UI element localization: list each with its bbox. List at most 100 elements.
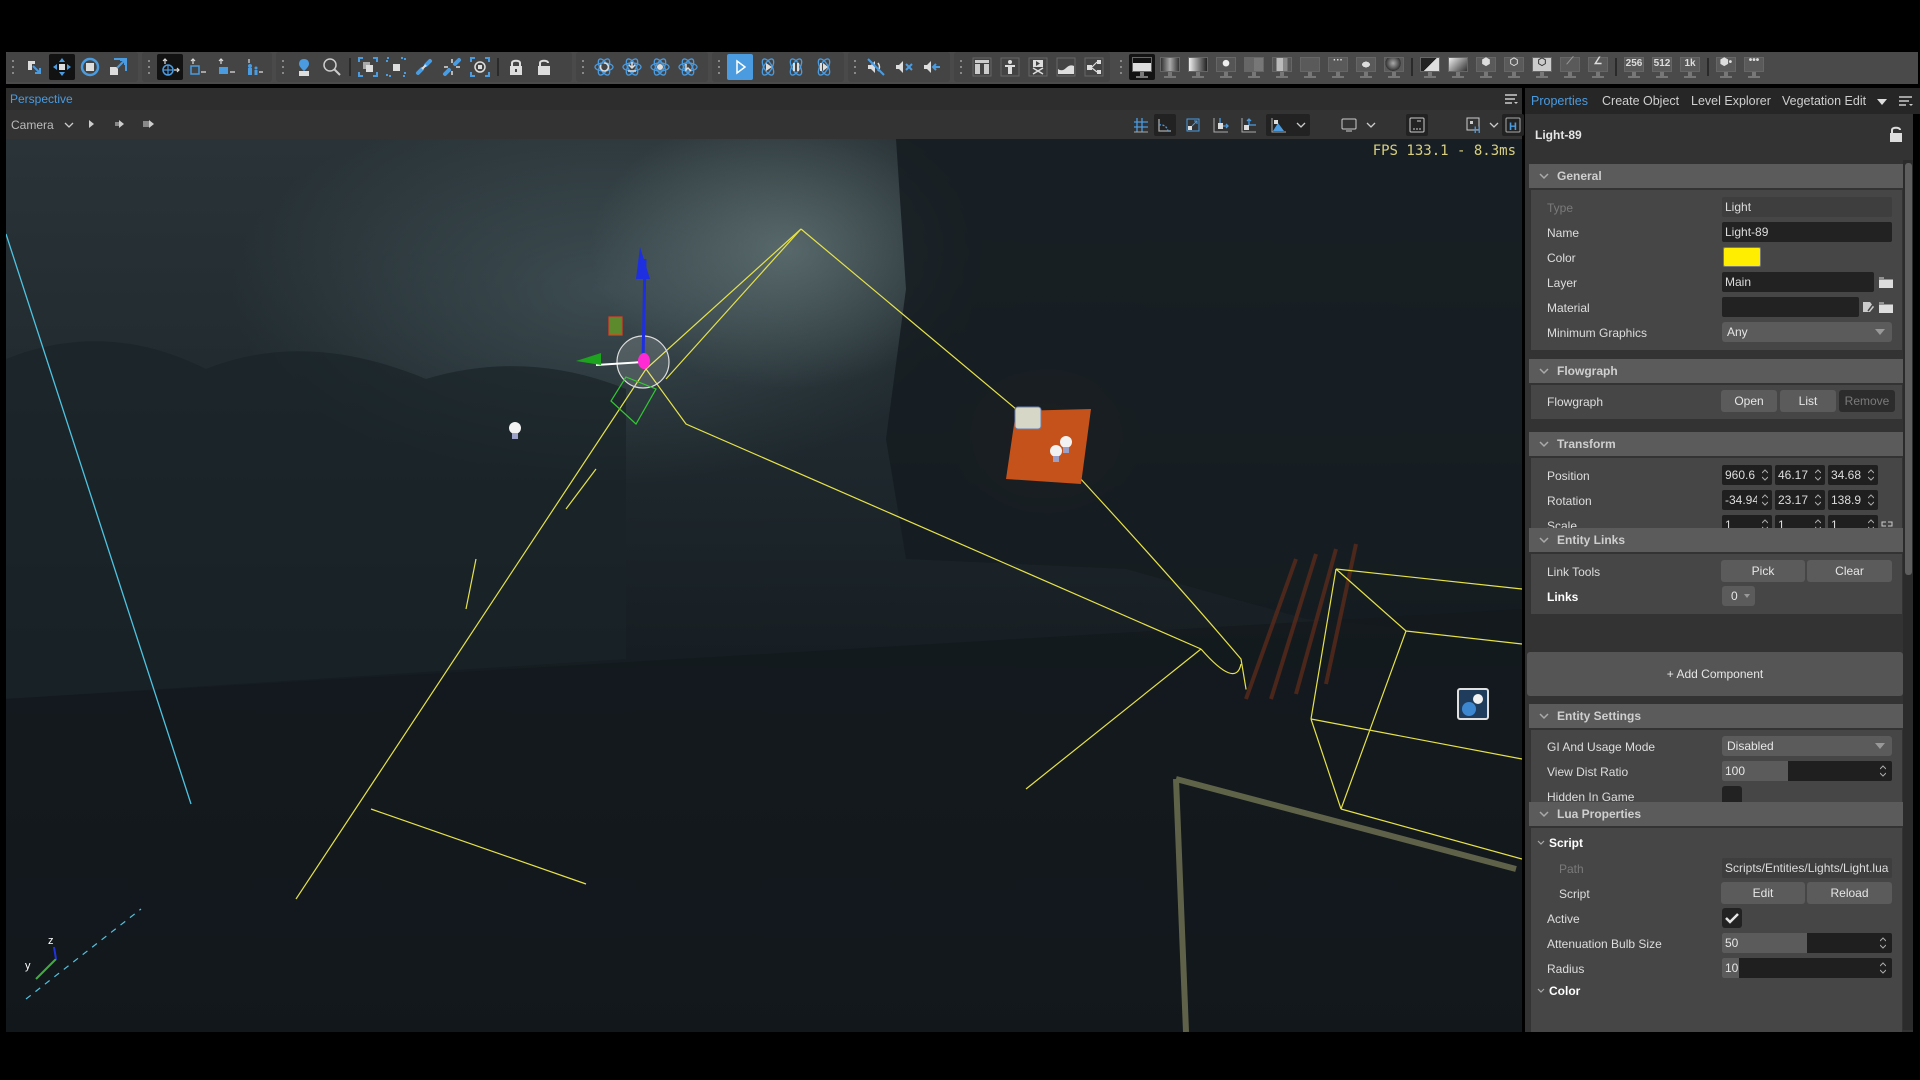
tab-create-object[interactable]: Create Object: [1602, 94, 1679, 108]
link-icon[interactable]: [411, 54, 437, 80]
step-icon[interactable]: [755, 54, 781, 80]
flowgraph-remove-button[interactable]: Remove: [1839, 390, 1895, 412]
select-icon[interactable]: [21, 54, 47, 80]
group-icon[interactable]: [355, 54, 381, 80]
helpers-dropdown[interactable]: H: [1462, 114, 1502, 136]
camera-next-icon[interactable]: [86, 119, 96, 129]
ungroup-icon[interactable]: [383, 54, 409, 80]
terrain-display-dropdown[interactable]: [1266, 114, 1310, 136]
get-physics-state-icon[interactable]: [619, 54, 645, 80]
snap-icon[interactable]: [467, 54, 493, 80]
spinner-arrows-icon[interactable]: [1762, 493, 1768, 507]
toolbar-grip[interactable]: [580, 60, 586, 74]
search-icon[interactable]: [319, 54, 345, 80]
toolbar-grip[interactable]: [1118, 60, 1124, 74]
toolbar-grip[interactable]: [10, 60, 16, 74]
active-checkbox[interactable]: [1722, 908, 1742, 928]
overlay-info-icon[interactable]: [1406, 114, 1428, 136]
mute-icon[interactable]: [891, 54, 917, 80]
scale-snap-icon[interactable]: [1182, 114, 1204, 136]
toolbar-grip[interactable]: [852, 60, 858, 74]
clear-button[interactable]: Clear: [1807, 560, 1892, 582]
local-space-icon[interactable]: [185, 54, 211, 80]
spinner-arrows-icon[interactable]: [1815, 493, 1821, 507]
skip-icon[interactable]: [811, 54, 837, 80]
normals-mode-icon[interactable]: [1241, 54, 1267, 80]
cube-wire-icon[interactable]: ⬡: [1501, 54, 1527, 80]
alpha-mode-icon[interactable]: [1213, 54, 1239, 80]
cube-solid-icon[interactable]: ⬢: [1473, 54, 1499, 80]
more-icon[interactable]: •••: [1741, 54, 1767, 80]
folder-icon[interactable]: [1879, 301, 1893, 313]
script-subsection-header[interactable]: Script: [1537, 836, 1583, 850]
sphere-mode-icon[interactable]: [1381, 54, 1407, 80]
terrain-icon[interactable]: [1053, 54, 1079, 80]
pick-button[interactable]: Pick: [1721, 560, 1805, 582]
helpers-toggle-icon[interactable]: H: [1502, 114, 1524, 136]
specular-mode-icon[interactable]: [1185, 54, 1211, 80]
unlink-icon[interactable]: [439, 54, 465, 80]
grid-snap-icon[interactable]: [1130, 114, 1152, 136]
chevron-down-icon[interactable]: [64, 122, 74, 128]
camera-fast-icon[interactable]: [114, 119, 126, 129]
section-header[interactable]: Entity Links: [1529, 528, 1904, 552]
viewport-title[interactable]: Perspective: [10, 92, 73, 106]
tab-vegetation-edit[interactable]: Vegetation Edit: [1782, 94, 1866, 108]
section-header[interactable]: Transform: [1529, 432, 1904, 456]
cube-highlight-icon[interactable]: ⬡: [1529, 54, 1555, 80]
cube-more-icon[interactable]: ⬢•: [1713, 54, 1739, 80]
spinner-arrows-icon[interactable]: [1815, 468, 1821, 482]
spinner-arrows-icon[interactable]: [1868, 493, 1874, 507]
mute-all-icon[interactable]: [863, 54, 889, 80]
camera-space-icon[interactable]: [213, 54, 239, 80]
toolbar-grip[interactable]: [146, 60, 152, 74]
play-icon[interactable]: [727, 54, 753, 80]
layer-field[interactable]: Main: [1722, 272, 1874, 292]
material-field[interactable]: [1722, 297, 1859, 317]
script-path-field[interactable]: Scripts/Entities/Lights/Light.lua: [1722, 858, 1892, 878]
panel-scrollbar-thumb[interactable]: [1905, 163, 1912, 575]
section-header[interactable]: Flowgraph: [1529, 359, 1904, 383]
panel-menu-icon[interactable]: [1898, 94, 1914, 108]
layout-icon[interactable]: [969, 54, 995, 80]
section-header[interactable]: Entity Settings: [1529, 704, 1904, 728]
script-reload-button[interactable]: Reload: [1807, 882, 1892, 904]
square-mode-icon[interactable]: [1353, 54, 1379, 80]
gradient-dark-icon[interactable]: [1417, 54, 1443, 80]
gi-mode-dropdown[interactable]: Disabled: [1722, 736, 1892, 756]
folder-icon[interactable]: [1879, 276, 1893, 288]
split-mode-icon[interactable]: [1269, 54, 1295, 80]
tab-properties[interactable]: Properties: [1531, 94, 1588, 108]
section-header[interactable]: Lua Properties: [1529, 802, 1904, 826]
move-icon[interactable]: [49, 54, 75, 80]
viewport-3d-scene[interactable]: z y FPS 133.1 - 8.3ms: [6, 139, 1522, 1032]
rotation-y-input[interactable]: 23.17: [1775, 490, 1825, 510]
cinematics-icon[interactable]: [1025, 54, 1051, 80]
scale-icon[interactable]: [105, 54, 131, 80]
add-component-button[interactable]: + Add Component: [1527, 652, 1903, 696]
material-edit-icon[interactable]: [1862, 300, 1876, 314]
spinner-arrows-icon[interactable]: [1762, 468, 1768, 482]
texture-res-1k-button[interactable]: 1k: [1677, 54, 1703, 80]
flowgraph-list-button[interactable]: List: [1780, 390, 1836, 412]
spinner-arrows-icon[interactable]: [1880, 936, 1886, 950]
axis-icon[interactable]: ∠: [1585, 54, 1611, 80]
display-dropdown[interactable]: [1336, 114, 1380, 136]
snap-to-terrain-icon[interactable]: [1210, 114, 1232, 136]
uniform-scale-link-icon[interactable]: [1881, 521, 1893, 527]
bulb-size-slider[interactable]: 50: [1722, 933, 1892, 953]
tab-overflow-icon[interactable]: [1876, 98, 1888, 106]
rotation-x-input[interactable]: -34.94: [1722, 490, 1772, 510]
unlock-selection-icon[interactable]: [531, 54, 557, 80]
viewport-menu-icon[interactable]: [1504, 92, 1518, 106]
angle-snap-icon[interactable]: [1154, 114, 1176, 136]
tab-level-explorer[interactable]: Level Explorer: [1691, 94, 1771, 108]
flowgraph-open-button[interactable]: Open: [1721, 390, 1777, 412]
section-header[interactable]: General: [1529, 164, 1904, 188]
texture-res-256-button[interactable]: 256: [1621, 54, 1647, 80]
rotate-icon[interactable]: [77, 54, 103, 80]
toolbar-grip[interactable]: [716, 60, 722, 74]
camera-dropdown[interactable]: Camera: [11, 118, 54, 132]
gradient-light-icon[interactable]: [1445, 54, 1471, 80]
links-dropdown[interactable]: 0: [1722, 586, 1755, 606]
